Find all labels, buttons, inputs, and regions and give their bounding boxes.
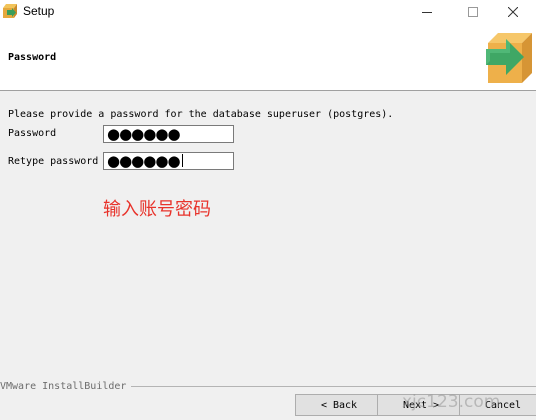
retype-password-label: Retype password <box>8 156 99 167</box>
password-field[interactable]: ●●●●●● <box>103 125 234 143</box>
box-arrow-icon <box>486 33 532 83</box>
retype-password-field[interactable]: ●●●●●● <box>103 152 234 170</box>
password-label: Password <box>8 128 57 139</box>
minimize-button[interactable] <box>404 0 450 24</box>
close-button[interactable] <box>490 0 536 24</box>
back-button[interactable]: < Back <box>295 394 383 416</box>
installer-brand: VMware InstallBuilder <box>0 381 127 392</box>
setup-window: Setup Password Please provide a password… <box>0 0 536 420</box>
password-prompt: Please provide a password for the databa… <box>8 109 394 120</box>
text-caret <box>181 154 183 167</box>
annotation-text: 输入账号密码 <box>103 199 211 220</box>
next-button[interactable]: Next > <box>377 394 465 416</box>
footer-divider <box>131 386 536 387</box>
password-field-value: ●●●●●● <box>107 125 181 143</box>
wizard-header: Password <box>0 24 536 91</box>
title-bar[interactable]: Setup <box>0 0 536 24</box>
app-icon <box>3 4 17 18</box>
page-title: Password <box>8 52 57 63</box>
window-title: Setup <box>23 4 55 18</box>
maximize-icon <box>468 7 478 17</box>
cancel-button[interactable]: Cancel <box>459 394 536 416</box>
minimize-icon <box>422 12 432 13</box>
close-icon <box>508 7 518 17</box>
retype-password-field-value: ●●●●●● <box>107 152 181 170</box>
